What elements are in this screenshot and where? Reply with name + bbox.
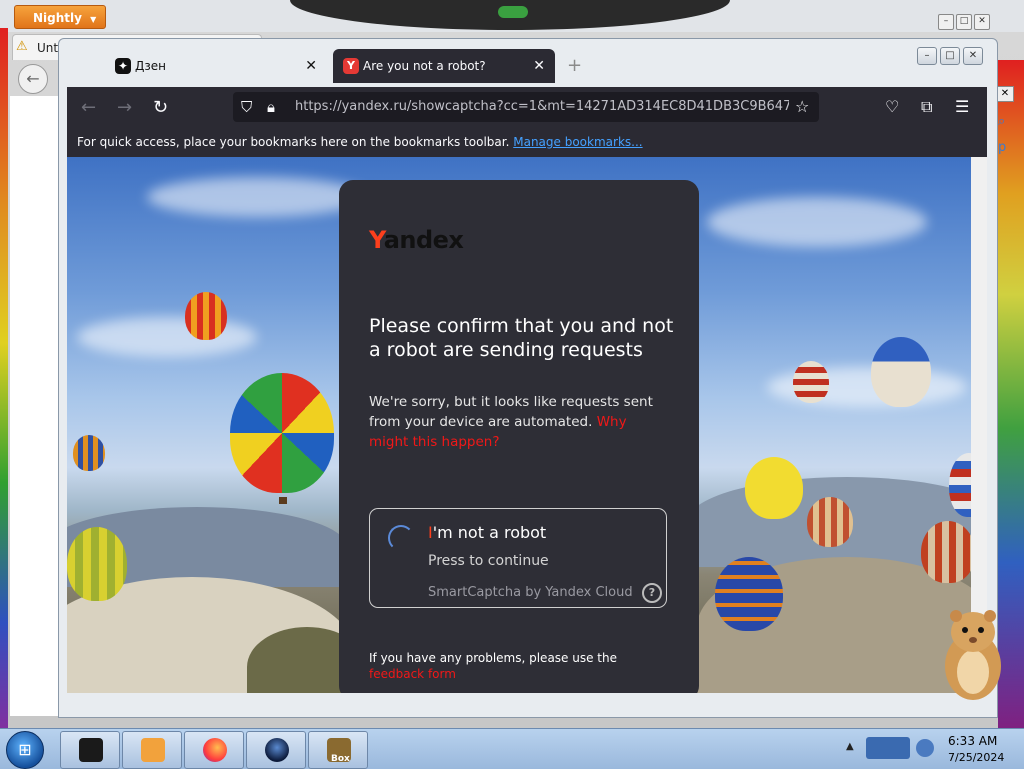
warning-icon: ⚠ — [16, 39, 28, 54]
cloud — [707, 197, 927, 247]
close-icon[interactable]: ✕ — [996, 86, 1014, 102]
background-tab-title: Unt — [37, 41, 59, 55]
yandex-favicon-icon: Y — [343, 58, 359, 74]
tray-sync-icon[interactable] — [916, 739, 934, 757]
url-text[interactable]: https://yandex.ru/showcaptcha?cc=1&mt=14… — [295, 99, 789, 114]
captcha-provider: SmartCaptcha by Yandex Cloud — [428, 585, 633, 600]
dzen-favicon-icon: ✦ — [115, 58, 131, 74]
help-icon[interactable]: ? — [642, 583, 662, 603]
captcha-title: Please confirm that you and not a robot … — [369, 315, 674, 361]
start-button-windows-icon[interactable]: ⊞ — [6, 731, 44, 769]
loading-spinner-icon — [388, 525, 414, 551]
nightly-menu-button[interactable]: Nightly ▼ — [14, 5, 106, 29]
hot-air-balloon — [871, 337, 931, 407]
chevron-down-icon: ▼ — [90, 15, 97, 24]
problems-notice: If you have any problems, please use the… — [369, 650, 659, 682]
shield-icon[interactable]: ⛉ — [241, 98, 252, 116]
clock-time[interactable]: 6:33 AM — [948, 734, 997, 748]
window-controls: – □ ✕ — [917, 47, 983, 65]
hot-air-balloon — [807, 497, 853, 547]
hot-air-balloon — [67, 527, 127, 601]
media-player-icon — [141, 738, 165, 762]
minimize-icon[interactable]: – — [917, 47, 937, 65]
search-icon: ⌕ — [998, 114, 1006, 129]
maximize-icon[interactable]: □ — [940, 47, 960, 65]
tab-captcha[interactable]: Y Are you not a robot? ✕ — [333, 49, 555, 83]
hot-air-balloon — [73, 435, 105, 471]
taskbar-app-globe[interactable] — [246, 731, 306, 769]
nightly-menu-label: Nightly — [33, 11, 82, 25]
feedback-link[interactable]: feedback form — [369, 667, 456, 681]
back-arrow-icon[interactable]: ← — [81, 97, 96, 118]
hot-air-balloon — [745, 457, 803, 519]
close-icon[interactable]: ✕ — [533, 49, 545, 83]
balloon-basket — [279, 497, 287, 504]
reload-icon[interactable]: ↻ — [153, 97, 168, 118]
hot-air-balloon — [921, 521, 971, 583]
manage-bookmarks-link[interactable]: Manage bookmarks... — [513, 135, 642, 149]
taskbar-app-terminal[interactable] — [60, 731, 120, 769]
taskbar-app-media[interactable] — [122, 731, 182, 769]
press-to-continue: Press to continue — [428, 553, 549, 569]
problems-text: If you have any problems, please use the — [369, 651, 617, 665]
tray-expand-icon[interactable]: ▲ — [846, 741, 854, 752]
partial-text-icon: p — [998, 140, 1007, 155]
navigation-toolbar: ← → ↻ ⛉ 🔒︎ https://yandex.ru/showcaptcha… — [67, 87, 987, 127]
minimize-icon[interactable]: – — [938, 14, 954, 30]
page-content: Yandex Please confirm that you and not a… — [67, 157, 971, 693]
taskbar-app-box[interactable]: Box — [308, 731, 368, 769]
url-bar[interactable]: ⛉ 🔒︎ https://yandex.ru/showcaptcha?cc=1&… — [233, 92, 819, 122]
clock-date[interactable]: 7/25/2024 — [948, 751, 1004, 764]
close-icon[interactable]: ✕ — [305, 49, 317, 83]
maximize-icon[interactable]: □ — [956, 14, 972, 30]
box-label: Box — [331, 754, 350, 764]
lock-icon[interactable]: 🔒︎ — [267, 98, 275, 116]
hot-air-balloon — [793, 361, 829, 403]
background-window-controls: – □ ✕ — [938, 14, 990, 30]
close-icon[interactable]: ✕ — [974, 14, 990, 30]
bookmarks-toolbar: For quick access, place your bookmarks h… — [67, 127, 987, 157]
not-robot-label: I'm not a robot — [428, 523, 547, 542]
desktop-wallpaper-left — [0, 28, 8, 728]
hot-air-balloon — [230, 373, 334, 493]
forward-arrow-icon[interactable]: → — [117, 97, 132, 118]
cloud — [147, 177, 367, 217]
captcha-description: We're sorry, but it looks like requests … — [369, 392, 669, 452]
extensions-icon[interactable]: ⧉ — [921, 97, 932, 117]
pocket-icon[interactable]: ♡ — [885, 97, 899, 116]
back-arrow-icon[interactable]: ← — [18, 64, 48, 94]
star-icon[interactable]: ☆ — [795, 97, 809, 116]
globe-icon — [265, 738, 289, 762]
firefox-icon — [203, 738, 227, 762]
taskbar: ⊞ Box ▲ 6:33 AM 7/25/2024 — [0, 728, 1024, 769]
tab-dzen[interactable]: ✦ Дзен ✕ — [105, 49, 327, 83]
close-icon[interactable]: ✕ — [963, 47, 983, 65]
hot-air-balloon — [185, 292, 227, 340]
tab-title: Дзен — [135, 59, 166, 73]
taskbar-app-firefox[interactable] — [184, 731, 244, 769]
hamster-sticker — [945, 610, 1001, 700]
hot-air-balloon — [715, 557, 783, 631]
menu-hamburger-icon[interactable]: ☰ — [955, 97, 969, 116]
tray-network-icon[interactable] — [866, 737, 910, 759]
yandex-logo: Yandex — [369, 226, 464, 254]
desktop-decoration-dot — [498, 6, 528, 18]
terminal-icon — [79, 738, 103, 762]
captcha-card: Yandex Please confirm that you and not a… — [339, 180, 699, 693]
not-robot-checkbox[interactable]: I'm not a robot Press to continue SmartC… — [369, 508, 667, 608]
tab-title: Are you not a robot? — [363, 59, 486, 73]
new-tab-plus-icon[interactable]: + — [567, 55, 582, 76]
cloud — [77, 317, 257, 357]
browser-window: ✦ Дзен ✕ Y Are you not a robot? ✕ + – □ … — [58, 38, 998, 718]
bookmarks-hint: For quick access, place your bookmarks h… — [77, 135, 510, 149]
